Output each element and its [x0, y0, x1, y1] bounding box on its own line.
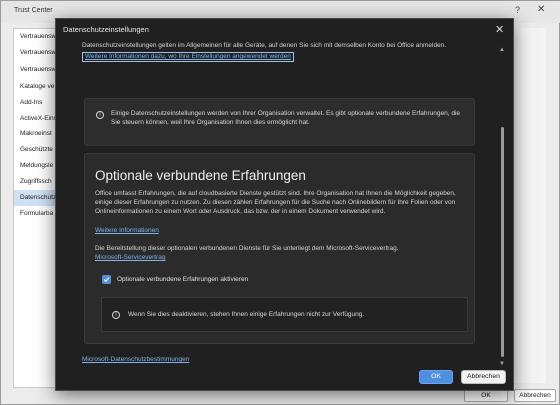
- section-heading: Optionale verbundene Erfahrungen: [95, 168, 306, 183]
- trust-center-title: Trust Center: [14, 7, 53, 14]
- privacy-statement-link[interactable]: Microsoft-Datenschutzbestimmungen: [82, 356, 189, 363]
- cancel-button[interactable]: Abbrechen: [461, 370, 506, 384]
- scroll-up-icon[interactable]: ▲: [499, 47, 505, 53]
- scrollbar[interactable]: ▲ ▼: [499, 47, 506, 369]
- section-description: Office umfasst Erfahrungen, die auf clou…: [95, 190, 456, 215]
- disable-warning-box: i Wenn Sie dies deaktivieren, stehen Ihn…: [101, 297, 468, 332]
- privacy-settings-dialog: Datenschutzeinstellungen ✕ Datenschutzei…: [55, 18, 514, 391]
- dialog-body: Datenschutzeinstellungen gelten im Allge…: [57, 42, 503, 367]
- more-info-link[interactable]: Weitere Informationen: [95, 227, 159, 234]
- scroll-down-icon[interactable]: ▼: [499, 361, 505, 367]
- dialog-titlebar: Datenschutzeinstellungen ✕: [56, 19, 513, 42]
- ok-button[interactable]: OK: [419, 370, 453, 384]
- settings-scope-link[interactable]: Weitere Informationen dazu, wo Ihre Eins…: [82, 52, 294, 62]
- provision-text: Die Bereitstellung dieser optionalen ver…: [95, 245, 399, 252]
- checkmark-icon: [103, 277, 110, 283]
- trust-center-cancel-button[interactable]: Abbrechen: [514, 389, 556, 402]
- close-icon[interactable]: ✕: [537, 4, 545, 15]
- disable-warning-text: Wenn Sie dies deaktivieren, stehen Ihnen…: [128, 311, 365, 318]
- organization-info-text: Einige Datenschutzeinstellungen werden v…: [111, 110, 461, 126]
- info-icon: i: [112, 311, 120, 319]
- scroll-thumb[interactable]: [501, 127, 504, 357]
- checkbox-label[interactable]: Optionale verbundene Erfahrungen aktivie…: [117, 275, 248, 284]
- organization-info-box: i Einige Datenschutzeinstellungen werden…: [84, 98, 475, 146]
- help-icon[interactable]: ?: [515, 5, 520, 15]
- service-agreement-link[interactable]: Microsoft-Servicevertrag: [95, 254, 165, 261]
- close-icon[interactable]: ✕: [495, 23, 504, 36]
- dialog-title: Datenschutzeinstellungen: [63, 25, 149, 34]
- connected-experiences-section: Optionale verbundene Erfahrungen Office …: [84, 153, 475, 344]
- info-icon: i: [96, 111, 104, 119]
- intro-text: Datenschutzeinstellungen gelten im Allge…: [82, 42, 447, 49]
- enable-connected-experiences-checkbox[interactable]: [102, 275, 111, 284]
